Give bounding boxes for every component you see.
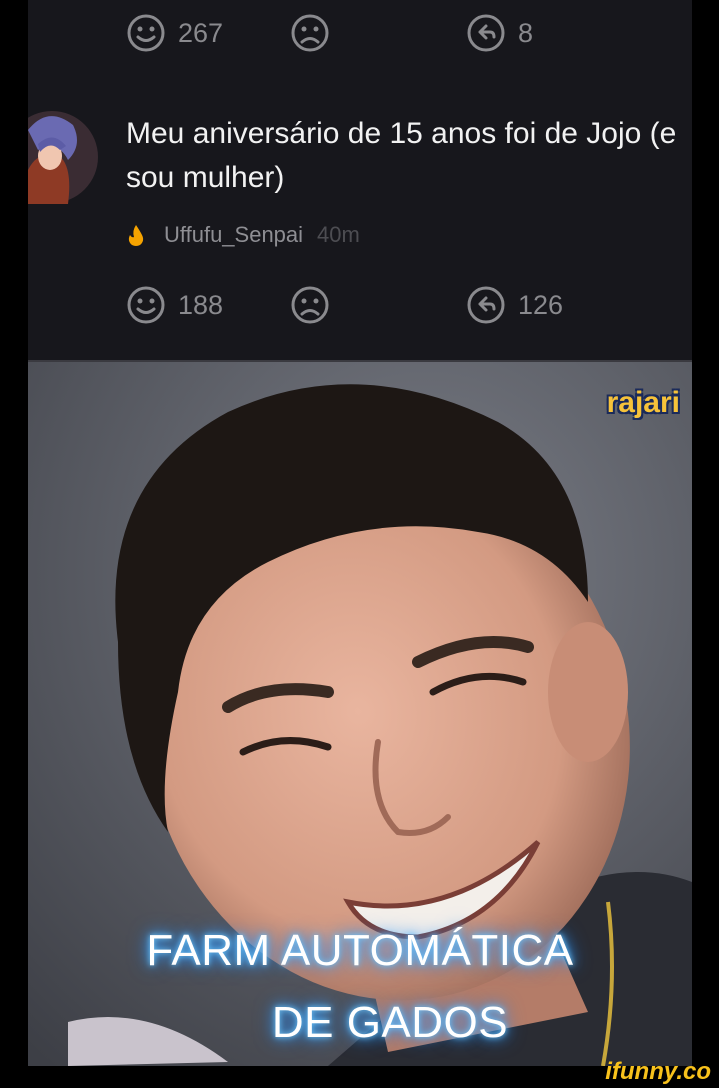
comment-actions: 188 126 — [28, 280, 692, 330]
smile-button[interactable]: 188 — [126, 280, 223, 330]
anime-avatar-icon — [28, 111, 98, 204]
smile-count: 267 — [178, 17, 224, 48]
smile-icon — [127, 14, 165, 52]
reply-button[interactable]: 8 — [466, 8, 533, 58]
previous-comment-actions: 267 8 — [28, 8, 692, 58]
frown-icon — [291, 286, 329, 324]
caption-line-2: DE GADOS — [271, 998, 509, 1047]
reply-icon — [467, 14, 505, 52]
smile-icon — [127, 286, 165, 324]
watermark: rajari — [606, 386, 680, 419]
unsmile-button[interactable] — [290, 8, 330, 58]
caption-line-1: FARM AUTOMÁTICA — [146, 926, 574, 975]
avatar[interactable] — [28, 110, 98, 204]
fire-icon — [128, 225, 144, 246]
comment-meta: Uffufu_Senpai 40m — [126, 218, 360, 252]
smile-count: 188 — [178, 289, 224, 320]
reply-icon — [467, 286, 505, 324]
comment-thread: 267 8 Meu aniversário de 15 anos foi de … — [28, 0, 692, 1066]
ifunny-logo: ifunny.co — [605, 1058, 711, 1085]
frown-icon — [291, 14, 329, 52]
username-link[interactable]: Uffufu_Senpai — [164, 222, 303, 248]
unsmile-button[interactable] — [290, 280, 330, 330]
comment-text: Meu aniversário de 15 anos foi de Jojo (… — [126, 117, 677, 194]
smile-button[interactable]: 267 — [126, 8, 223, 58]
reply-button[interactable]: 126 — [466, 280, 563, 330]
meme-image[interactable]: rajari FARM AUTOMÁTICA DE GADOS — [28, 362, 692, 1066]
timestamp: 40m — [317, 222, 360, 247]
reply-count: 126 — [518, 289, 564, 320]
reply-count: 8 — [518, 17, 534, 48]
